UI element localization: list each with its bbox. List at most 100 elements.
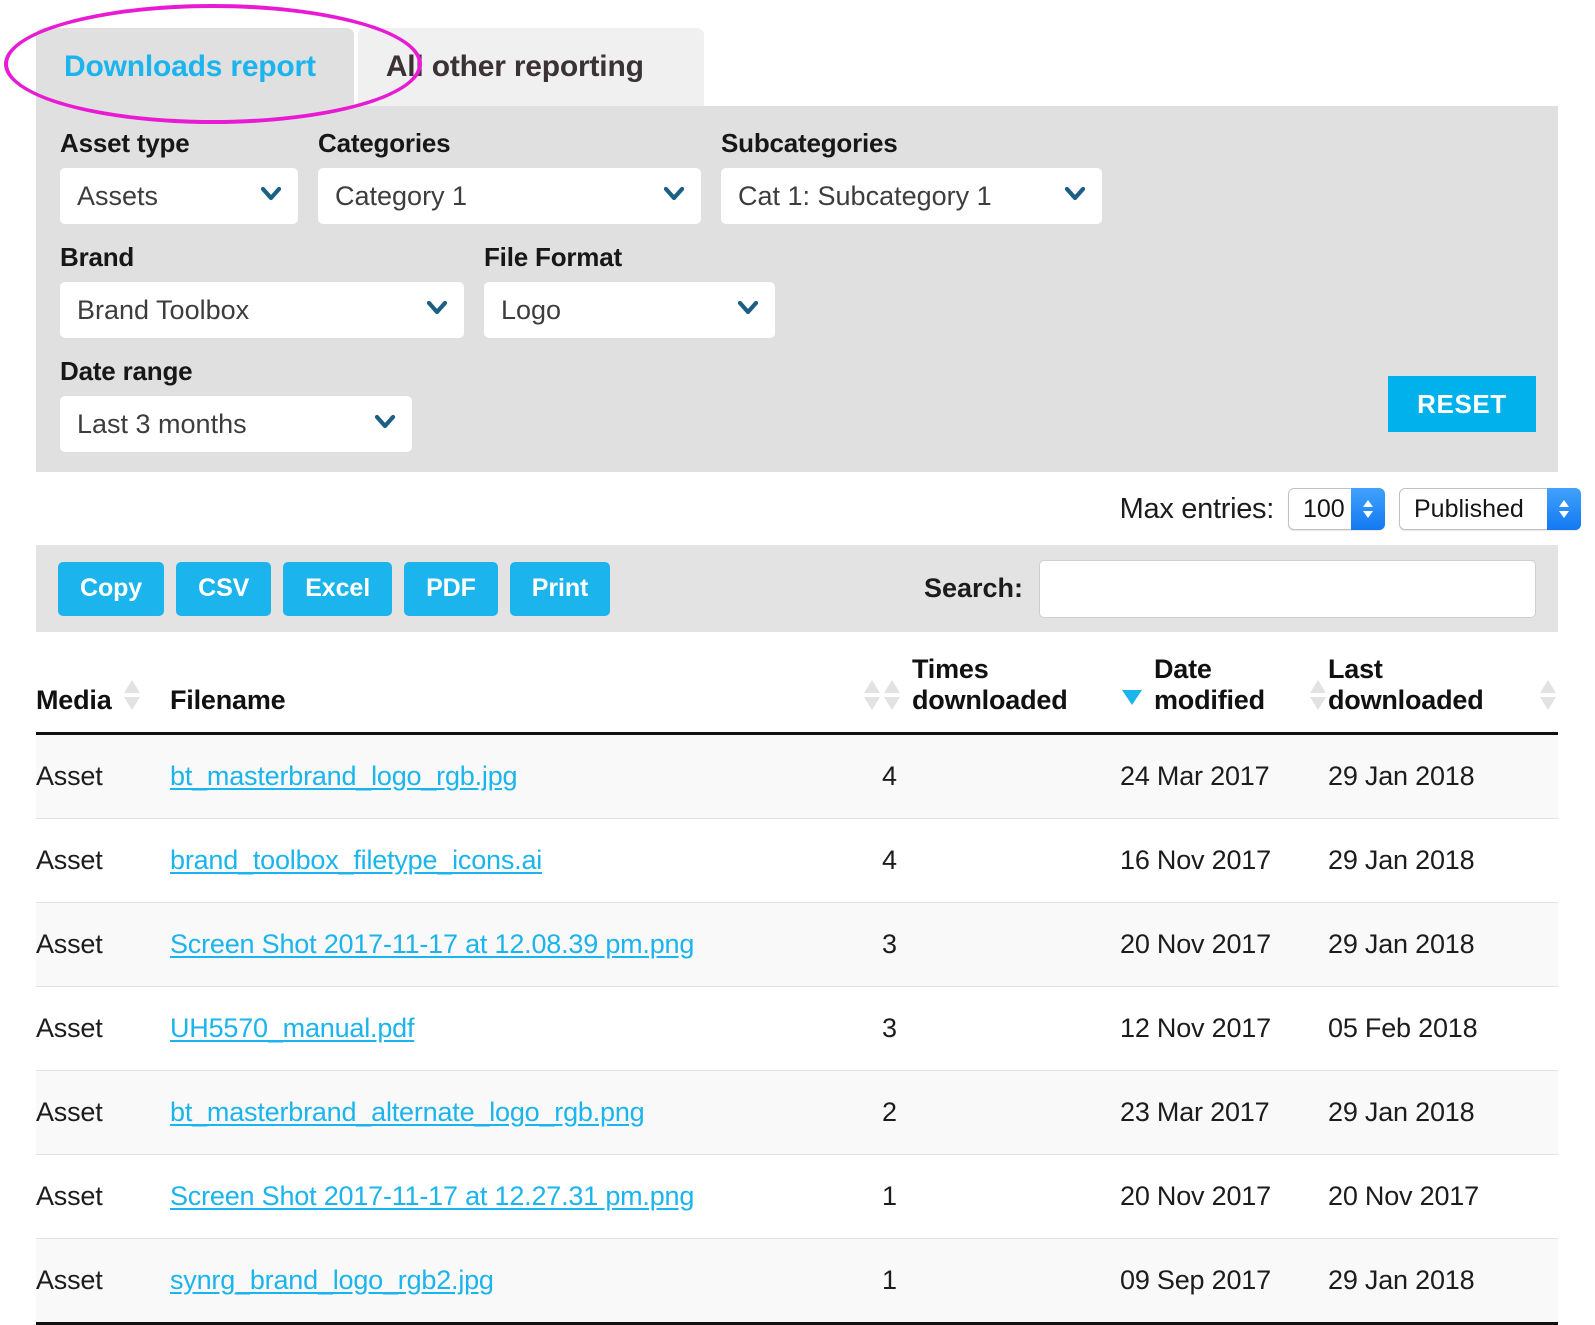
subcategories-select[interactable]: Cat 1: Subcategory 1	[721, 168, 1102, 224]
sort-none-icon[interactable]	[862, 678, 882, 716]
file-format-select[interactable]: Logo	[484, 282, 775, 338]
filter-group-asset-type: Asset type Assets	[60, 128, 298, 224]
cell-media: Asset	[36, 733, 170, 818]
cell-times-downloaded: 2	[882, 1070, 1120, 1154]
cell-filename: Screen Shot 2017-11-17 at 12.27.31 pm.pn…	[170, 1154, 882, 1238]
col-header-times-downloaded[interactable]: Times downloaded	[882, 632, 1120, 733]
table-row: AssetScreen Shot 2017-11-17 at 12.27.31 …	[36, 1154, 1558, 1238]
asset-type-select[interactable]: Assets	[60, 168, 298, 224]
filter-row-3: Date range Last 3 months	[60, 356, 1534, 452]
filter-row-1: Asset type Assets Categories Category 1 …	[60, 128, 1534, 224]
copy-button[interactable]: Copy	[58, 562, 164, 616]
filter-row-2: Brand Brand Toolbox File Format Logo	[60, 242, 1534, 338]
cell-filename: bt_masterbrand_logo_rgb.jpg	[170, 733, 882, 818]
categories-select[interactable]: Category 1	[318, 168, 701, 224]
cell-media: Asset	[36, 1154, 170, 1238]
table-row: AssetScreen Shot 2017-11-17 at 12.08.39 …	[36, 902, 1558, 986]
chevron-down-icon	[737, 297, 759, 319]
publish-status-select[interactable]: Published	[1399, 488, 1581, 530]
table-row: Assetbrand_toolbox_filetype_icons.ai416 …	[36, 818, 1558, 902]
filename-link[interactable]: Screen Shot 2017-11-17 at 12.27.31 pm.pn…	[170, 1181, 694, 1211]
col-header-last-downloaded[interactable]: Last downloaded	[1328, 632, 1558, 733]
stepper-updown-icon[interactable]	[1547, 488, 1581, 530]
filename-link[interactable]: bt_masterbrand_alternate_logo_rgb.png	[170, 1097, 644, 1127]
sort-none-icon[interactable]	[1538, 678, 1558, 716]
tab-downloads-report[interactable]: Downloads report	[36, 28, 354, 106]
cell-times-downloaded: 4	[882, 818, 1120, 902]
max-entries-select[interactable]: 100	[1288, 488, 1385, 530]
cell-date-modified: 09 Sep 2017	[1120, 1238, 1328, 1323]
table-row: Assetsynrg_brand_logo_rgb2.jpg109 Sep 20…	[36, 1238, 1558, 1323]
chevron-down-icon	[426, 297, 448, 319]
col-header-filename[interactable]: Filename	[170, 632, 882, 733]
asset-type-label: Asset type	[60, 128, 298, 159]
col-header-filename-label: Filename	[170, 685, 285, 716]
cell-filename: UH5570_manual.pdf	[170, 986, 882, 1070]
tab-all-other-reporting-label: All other reporting	[386, 50, 644, 84]
chevron-down-icon	[374, 411, 396, 433]
table-body: Assetbt_masterbrand_logo_rgb.jpg424 Mar …	[36, 733, 1558, 1323]
cell-media: Asset	[36, 986, 170, 1070]
filter-group-subcategories: Subcategories Cat 1: Subcategory 1	[721, 128, 1102, 224]
filename-link[interactable]: brand_toolbox_filetype_icons.ai	[170, 845, 542, 875]
col-header-date-modified[interactable]: Date modified	[1120, 632, 1328, 733]
col-header-times-downloaded-label: Times downloaded	[912, 654, 1120, 716]
table-row: Assetbt_masterbrand_logo_rgb.jpg 424 Mar …	[36, 733, 1558, 818]
search-input[interactable]	[1039, 560, 1536, 618]
cell-times-downloaded: 1	[882, 1238, 1120, 1323]
col-header-media[interactable]: Media	[36, 632, 170, 733]
stepper-updown-icon[interactable]	[1351, 488, 1385, 530]
table-row: Assetbt_masterbrand_alternate_logo_rgb.p…	[36, 1070, 1558, 1154]
reset-button[interactable]: RESET	[1388, 376, 1536, 432]
sort-none-icon[interactable]	[882, 678, 902, 716]
brand-label: Brand	[60, 242, 464, 273]
date-range-select[interactable]: Last 3 months	[60, 396, 412, 452]
subcategories-label: Subcategories	[721, 128, 1102, 159]
subcategories-value: Cat 1: Subcategory 1	[738, 181, 992, 212]
search-label: Search:	[924, 573, 1023, 604]
filename-link[interactable]: Screen Shot 2017-11-17 at 12.08.39 pm.pn…	[170, 929, 694, 959]
filename-link[interactable]: bt_masterbrand_logo_rgb.jpg	[170, 761, 517, 791]
cell-date-modified: 20 Nov 2017	[1120, 902, 1328, 986]
pdf-button[interactable]: PDF	[404, 562, 498, 616]
search-area: Search:	[924, 560, 1536, 618]
filename-link[interactable]: synrg_brand_logo_rgb2.jpg	[170, 1265, 494, 1295]
cell-media: Asset	[36, 902, 170, 986]
tab-all-other-reporting[interactable]: All other reporting	[358, 28, 704, 106]
cell-last-downloaded: 29 Jan 2018	[1328, 1070, 1558, 1154]
filter-group-categories: Categories Category 1	[318, 128, 701, 224]
file-format-label: File Format	[484, 242, 775, 273]
date-range-value: Last 3 months	[77, 409, 247, 440]
cell-times-downloaded: 3	[882, 902, 1120, 986]
cell-date-modified: 20 Nov 2017	[1120, 1154, 1328, 1238]
cell-times-downloaded: 3	[882, 986, 1120, 1070]
cell-media: Asset	[36, 818, 170, 902]
cell-date-modified: 23 Mar 2017	[1120, 1070, 1328, 1154]
brand-select[interactable]: Brand Toolbox	[60, 282, 464, 338]
filter-group-date-range: Date range Last 3 months	[60, 356, 412, 452]
table-header-row: Media Filename	[36, 632, 1558, 733]
tab-downloads-report-label: Downloads report	[64, 50, 316, 84]
asset-type-value: Assets	[77, 181, 158, 212]
max-entries-label: Max entries:	[1120, 493, 1274, 526]
table-head: Media Filename	[36, 632, 1558, 733]
cell-date-modified: 12 Nov 2017	[1120, 986, 1328, 1070]
cell-date-modified: 24 Mar 2017	[1120, 733, 1328, 818]
cell-last-downloaded: 20 Nov 2017	[1328, 1154, 1558, 1238]
sort-desc-icon[interactable]	[1120, 678, 1144, 716]
cell-filename: Screen Shot 2017-11-17 at 12.08.39 pm.pn…	[170, 902, 882, 986]
sort-none-icon[interactable]	[1308, 678, 1328, 716]
filter-group-file-format: File Format Logo	[484, 242, 775, 338]
sort-none-icon[interactable]	[122, 678, 142, 716]
chevron-down-icon	[1064, 183, 1086, 205]
csv-button[interactable]: CSV	[176, 562, 271, 616]
print-button[interactable]: Print	[510, 562, 610, 616]
cell-last-downloaded: 29 Jan 2018	[1328, 733, 1558, 818]
filename-link[interactable]: UH5570_manual.pdf	[170, 1013, 414, 1043]
excel-button[interactable]: Excel	[283, 562, 392, 616]
cell-times-downloaded: 4	[882, 733, 1120, 818]
cell-filename: synrg_brand_logo_rgb2.jpg	[170, 1238, 882, 1323]
report-tabs: Downloads report All other reporting	[36, 28, 704, 106]
table-toolbar: Copy CSV Excel PDF Print Search:	[36, 545, 1558, 632]
col-header-last-downloaded-label: Last downloaded	[1328, 654, 1528, 716]
